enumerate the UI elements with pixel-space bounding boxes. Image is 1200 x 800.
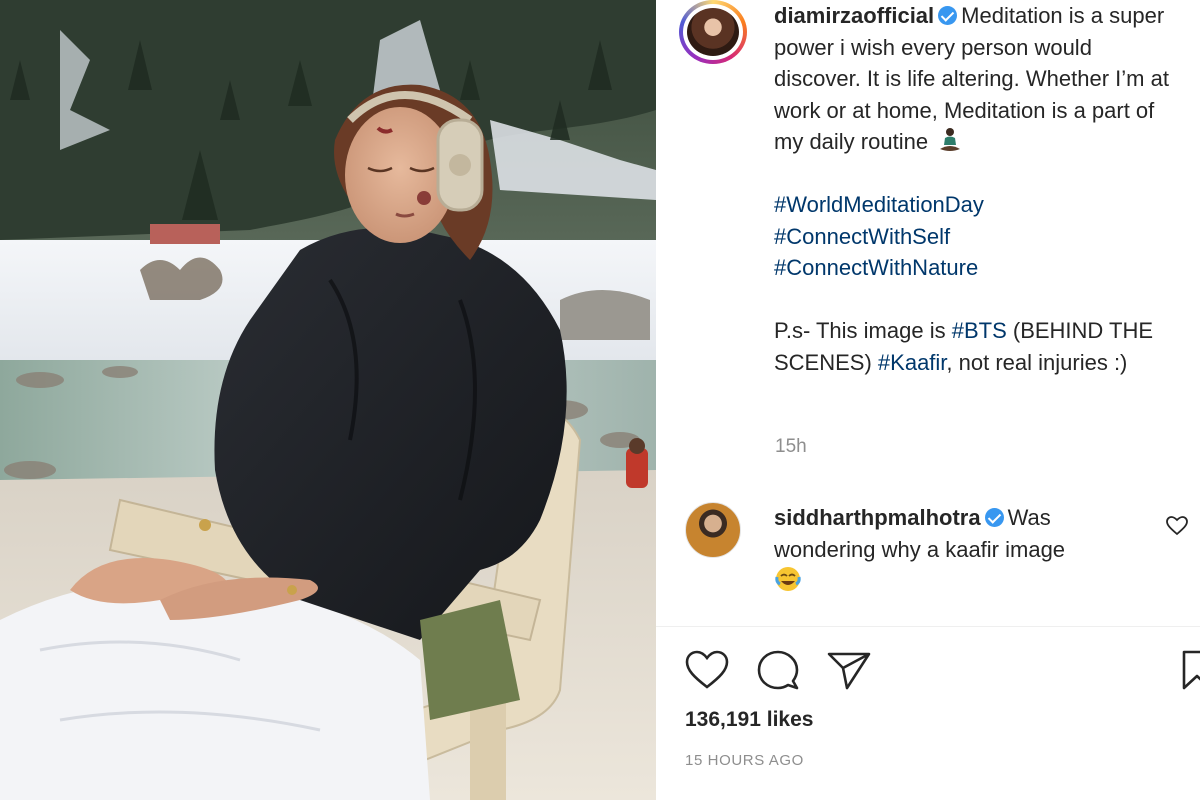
ps-prefix: P.s- This image is bbox=[774, 318, 946, 343]
hashtag-worldmeditationday[interactable]: #WorldMeditationDay bbox=[774, 189, 1184, 221]
comment-like-heart-icon[interactable] bbox=[1165, 514, 1189, 538]
avatar-image bbox=[687, 8, 739, 56]
hashtag-connectwithself[interactable]: #ConnectWithSelf bbox=[774, 221, 1184, 253]
action-divider bbox=[656, 626, 1200, 627]
post-image bbox=[0, 0, 656, 800]
ps-suffix: , not real injuries :) bbox=[946, 349, 1128, 375]
hashtag-kaafir[interactable]: #Kaafir bbox=[878, 350, 947, 375]
verified-badge-icon bbox=[984, 508, 1004, 527]
post-author-avatar[interactable] bbox=[679, 0, 747, 64]
post-caption: diamirzaofficial Meditation is a super po… bbox=[774, 0, 1184, 378]
post-photo[interactable] bbox=[0, 0, 656, 800]
caption-ps: P.s- This image is #BTS (BEHIND THE SCEN… bbox=[774, 315, 1184, 378]
verified-badge-icon bbox=[938, 6, 958, 25]
comment-bubble-icon[interactable] bbox=[755, 648, 801, 692]
avatar-inner bbox=[683, 4, 743, 60]
person-in-lotus-position-emoji bbox=[940, 128, 961, 151]
commenter-avatar[interactable] bbox=[685, 502, 741, 558]
paper-plane-icon[interactable] bbox=[826, 648, 872, 692]
heart-icon[interactable] bbox=[684, 648, 730, 692]
comment-username[interactable]: siddharthpmalhotra bbox=[774, 505, 981, 530]
face-with-tears-of-joy-emoji bbox=[775, 567, 801, 591]
comment-item: siddharthpmalhotra Was wondering why a ka… bbox=[774, 502, 1144, 597]
post-username[interactable]: diamirzaofficial bbox=[774, 3, 934, 28]
hashtag-connectwithnature[interactable]: #ConnectWithNature bbox=[774, 252, 1184, 284]
hashtag-bts[interactable]: #BTS bbox=[952, 318, 1007, 343]
likes-count[interactable]: 136,191 likes bbox=[685, 708, 813, 732]
post-time-ago[interactable]: 15h bbox=[775, 436, 807, 458]
post-timestamp: 15 HOURS AGO bbox=[685, 752, 804, 769]
bookmark-icon[interactable] bbox=[1180, 648, 1200, 692]
caption-main: diamirzaofficial Meditation is a super po… bbox=[774, 0, 1184, 158]
